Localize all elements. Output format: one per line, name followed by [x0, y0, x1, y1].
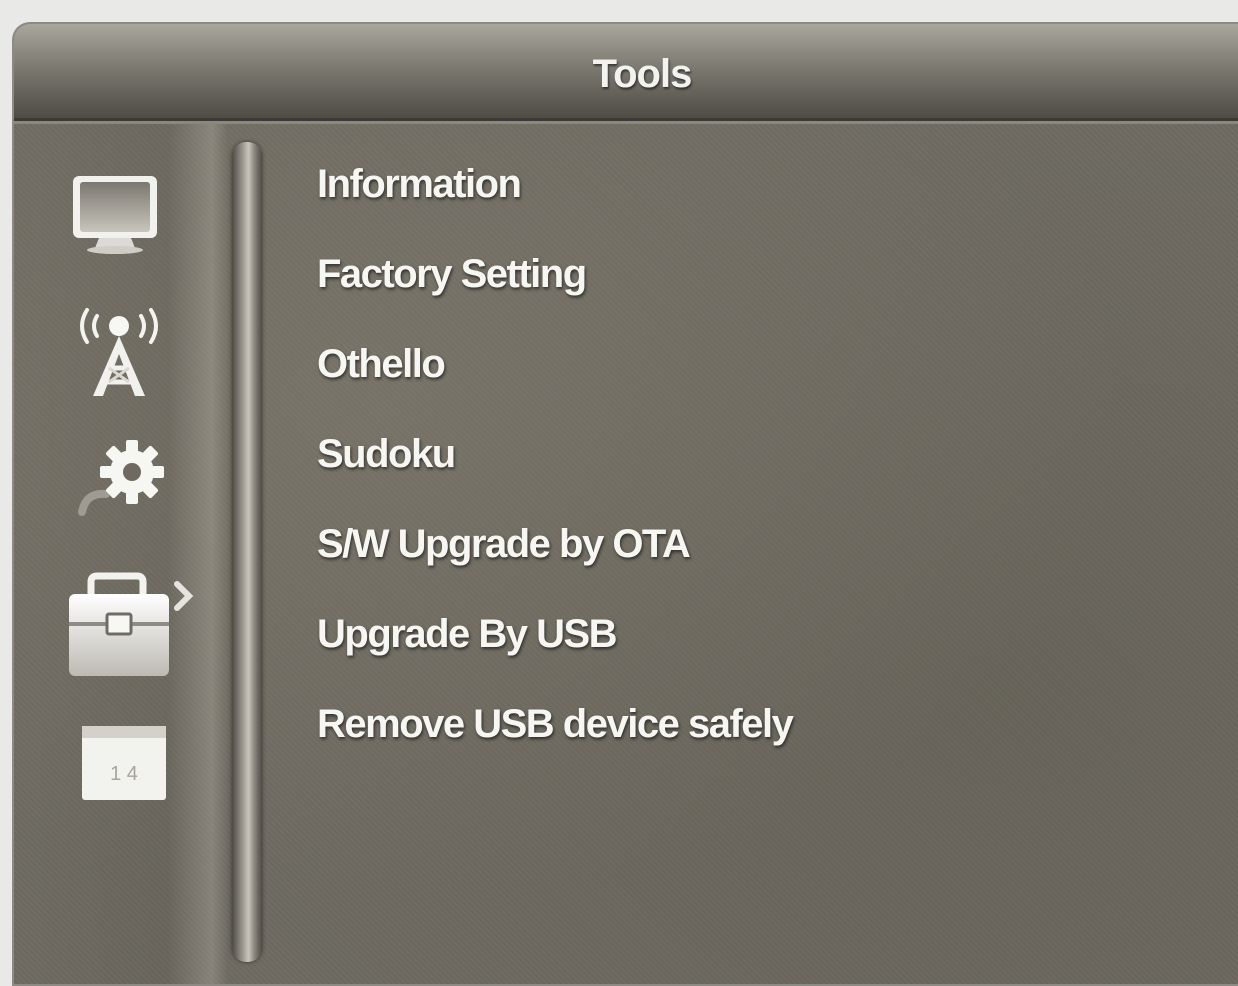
menu-divider-scrollbar [232, 142, 262, 962]
tv-icon[interactable] [69, 172, 161, 258]
antenna-icon[interactable] [69, 296, 169, 400]
menu-item-remove-usb-device[interactable]: Remove USB device safely [317, 694, 794, 784]
page-title: Tools [592, 52, 693, 96]
menu-item-othello[interactable]: Othello [317, 334, 792, 424]
menu-item-sw-upgrade-ota[interactable]: S/W Upgrade by OTA [317, 514, 792, 604]
svg-text:1 4: 1 4 [110, 763, 138, 785]
tools-menu-screen: Tools 1 4 Information Factory Setting Ot… [12, 22, 1238, 986]
calendar-icon[interactable]: 1 4 [80, 722, 170, 804]
tools-menu-list: Information Factory Setting Othello Sudo… [317, 154, 794, 784]
menu-item-factory-setting[interactable]: Factory Setting [317, 244, 792, 334]
menu-item-upgrade-by-usb[interactable]: Upgrade By USB [317, 604, 792, 694]
toolbox-icon[interactable] [59, 564, 209, 682]
menu-item-information[interactable]: Information [317, 154, 792, 244]
gear-icon[interactable] [72, 434, 172, 524]
menu-item-sudoku[interactable]: Sudoku [317, 424, 792, 514]
title-bar: Tools [14, 24, 1238, 124]
